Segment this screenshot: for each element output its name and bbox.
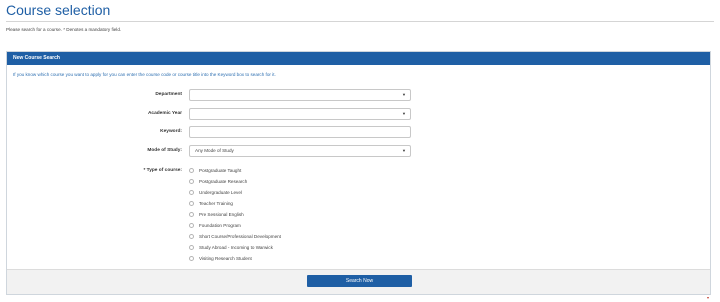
course-type-label: Teacher Training [199, 201, 233, 206]
mode-of-study-select[interactable]: Any Mode of Study ▼ [189, 145, 411, 157]
radio-button-icon[interactable] [189, 223, 194, 229]
department-label: Department [155, 92, 182, 97]
caret-down-icon: ▼ [402, 148, 406, 153]
caret-down-icon: ▼ [402, 92, 406, 97]
course-type-option[interactable]: Study Abroad - Incoming to Warwick [189, 243, 273, 253]
radio-button-icon[interactable] [189, 245, 194, 251]
course-type-label: Undergraduate Level [199, 190, 242, 195]
radio-button-icon[interactable] [189, 168, 194, 174]
academic-year-row: Academic Year ▼ [7, 108, 710, 120]
course-type-option[interactable]: Postgraduate Taught [189, 166, 241, 176]
course-type-label: Foundation Program [199, 223, 241, 228]
course-selection-page: Course selection Please search for a cou… [0, 0, 720, 302]
type-of-course-row: * Type of course: [7, 165, 710, 177]
course-type-label: Postgraduate Research [199, 179, 248, 184]
course-type-label: Short Course/Professional Development [199, 234, 281, 239]
panel-footer: Search Now [7, 269, 710, 294]
mode-of-study-value: Any Mode of Study [195, 148, 234, 153]
academic-year-select[interactable]: ▼ [189, 108, 411, 120]
course-type-option[interactable]: Postgraduate Research [189, 177, 247, 187]
course-type-option[interactable]: Undergraduate Level [189, 188, 242, 198]
course-type-option[interactable]: Visiting Research Student [189, 254, 252, 264]
radio-button-icon[interactable] [189, 190, 194, 196]
panel-hint: If you know which course you want to app… [13, 72, 276, 77]
course-type-label: Visiting Research Student [199, 256, 252, 261]
course-type-label: Pre Sessional English [199, 212, 244, 217]
caret-down-icon: ▼ [402, 111, 406, 116]
course-type-option[interactable]: Pre Sessional English [189, 210, 244, 220]
panel-header: New Course Search [7, 52, 710, 65]
keyword-input[interactable] [189, 126, 411, 138]
department-select[interactable]: ▼ [189, 89, 411, 101]
department-row: Department ▼ [7, 89, 710, 101]
radio-button-icon[interactable] [189, 201, 194, 207]
radio-button-icon[interactable] [189, 212, 194, 218]
academic-year-label: Academic Year [147, 111, 182, 116]
keyword-label: Keyword: [160, 129, 182, 134]
search-now-button[interactable]: Search Now [307, 275, 412, 287]
course-type-label: Postgraduate Taught [199, 168, 242, 173]
keyword-row: Keyword: [7, 126, 710, 138]
new-course-search-panel: New Course Search If you know which cour… [6, 51, 711, 295]
course-type-label: Study Abroad - Incoming to Warwick [199, 245, 273, 250]
mode-of-study-label: Mode of Study: [147, 148, 182, 153]
caret-down-icon: ▾ [707, 295, 710, 300]
mode-of-study-row: Mode of Study: Any Mode of Study ▼ [7, 145, 710, 157]
type-of-course-label: * Type of course: [143, 168, 182, 173]
radio-button-icon[interactable] [189, 234, 194, 240]
course-type-option[interactable]: Foundation Program [189, 221, 241, 231]
intro-text: Please search for a course. * Denotes a … [6, 27, 122, 32]
course-type-option[interactable]: Teacher Training [189, 199, 233, 209]
title-divider [6, 21, 714, 22]
radio-button-icon[interactable] [189, 256, 194, 262]
radio-button-icon[interactable] [189, 179, 194, 185]
page-title: Course selection [6, 2, 111, 18]
course-type-option[interactable]: Short Course/Professional Development [189, 232, 281, 242]
